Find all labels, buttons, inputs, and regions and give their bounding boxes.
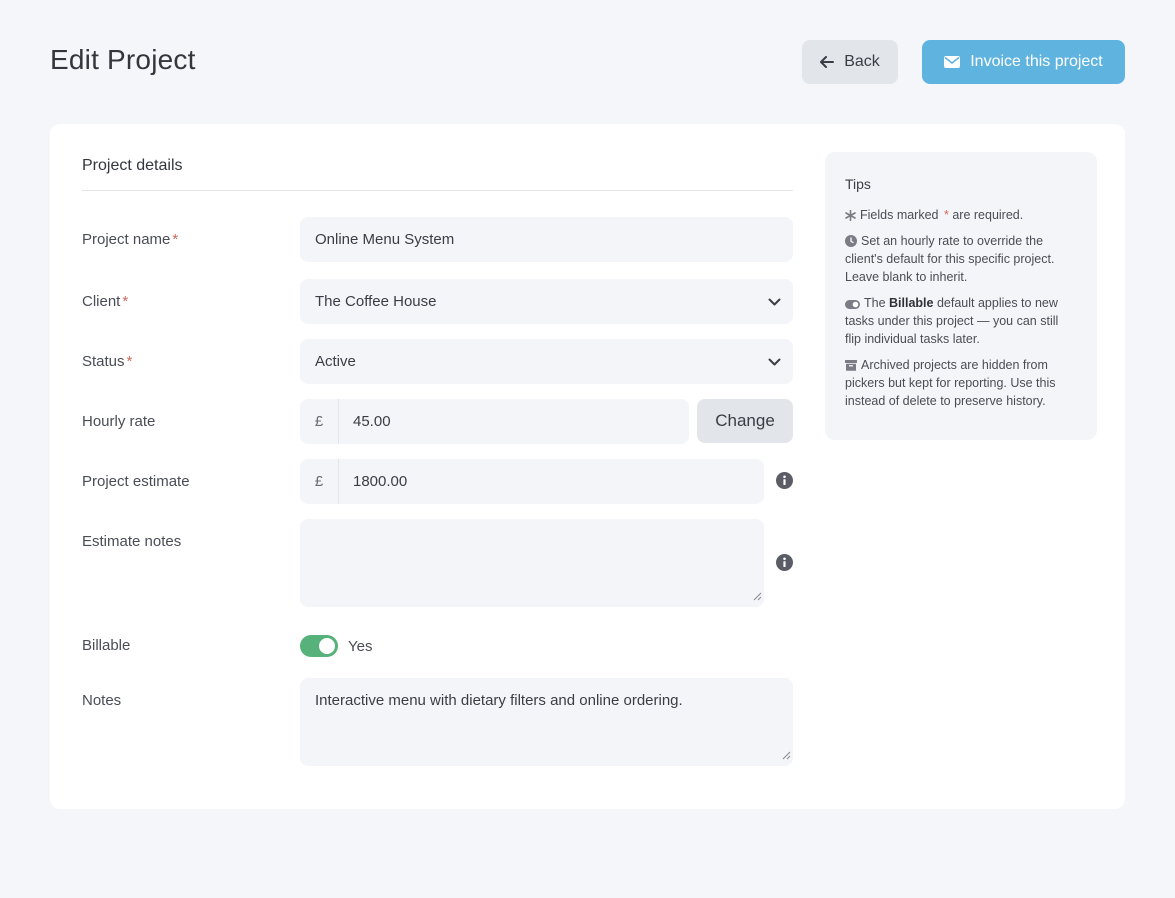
tips-title: Tips (845, 176, 871, 192)
estimate-notes-label: Estimate notes (82, 533, 182, 550)
invoice-project-button[interactable]: Invoice this project (922, 40, 1125, 84)
project-estimate-input[interactable]: £ 1800.00 (300, 459, 764, 504)
status-label: Status * (82, 353, 133, 370)
section-title: Project details (82, 157, 183, 174)
tip-required-fields: Fields marked * are required. (845, 206, 1077, 224)
tip-archived: Archived projects are hidden from picker… (845, 358, 1056, 408)
required-marker: * (172, 231, 179, 248)
project-estimate-label: Project estimate (82, 473, 190, 490)
back-button[interactable]: Back (802, 40, 898, 84)
toggle-icon (845, 296, 864, 310)
estimate-notes-textarea[interactable] (300, 519, 764, 607)
section-divider (82, 190, 793, 191)
client-select[interactable]: The Coffee House (300, 279, 793, 324)
billable-toggle[interactable] (300, 635, 338, 657)
change-rate-button[interactable]: Change (697, 399, 793, 443)
toggle-knob (319, 638, 335, 654)
required-marker: * (126, 353, 133, 370)
chevron-down-icon (768, 294, 781, 311)
invoice-button-label: Invoice this project (970, 53, 1103, 70)
envelope-icon (944, 56, 961, 68)
required-marker: * (122, 293, 129, 310)
arrow-left-icon (820, 56, 835, 68)
info-circle-icon[interactable] (776, 472, 793, 494)
chevron-down-icon (768, 354, 781, 371)
tip-billable: The Billable default applies to new task… (845, 296, 1059, 346)
back-button-label: Back (844, 53, 880, 70)
hourly-rate-input[interactable]: £ 45.00 (300, 399, 689, 444)
resize-handle-icon[interactable] (753, 588, 762, 605)
billable-state-label: Yes (348, 638, 373, 655)
project-name-label: Project name * (82, 231, 179, 248)
currency-prefix: £ (300, 399, 339, 444)
project-form-card: Project details Project name * Online Men… (50, 124, 1125, 809)
status-select[interactable]: Active (300, 339, 793, 384)
tip-hourly-rate: Set an hourly rate to override the clien… (845, 234, 1055, 284)
clock-icon (845, 234, 861, 248)
resize-handle-icon[interactable] (782, 747, 791, 764)
tips-panel: Tips Fields marked * are required. Set a… (825, 152, 1097, 440)
notes-textarea[interactable]: Interactive menu with dietary filters an… (300, 678, 793, 766)
asterisk-icon (845, 208, 860, 222)
info-circle-icon[interactable] (776, 554, 793, 576)
archive-icon (845, 358, 861, 372)
billable-label: Billable (82, 637, 131, 654)
client-label: Client * (82, 293, 129, 310)
notes-label: Notes (82, 692, 122, 709)
project-name-input[interactable]: Online Menu System (300, 217, 793, 262)
hourly-rate-label: Hourly rate (82, 413, 156, 430)
page-title: Edit Project (50, 44, 196, 75)
currency-prefix: £ (300, 459, 339, 504)
